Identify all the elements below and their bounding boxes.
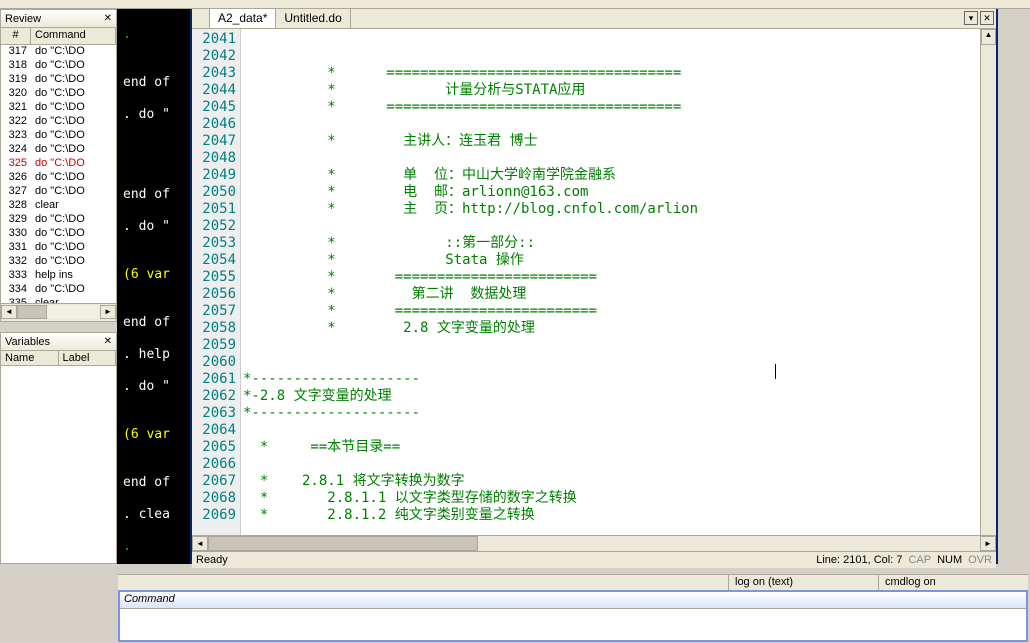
editor-hscroll[interactable]: ◄ ► bbox=[192, 535, 996, 551]
status-num: NUM bbox=[937, 554, 962, 566]
variables-title: Variables bbox=[5, 336, 50, 348]
scroll-left-icon[interactable]: ◄ bbox=[1, 305, 17, 319]
editor-text[interactable]: * =================================== * … bbox=[241, 29, 980, 535]
review-row[interactable]: 330do "C:\DO bbox=[1, 227, 116, 241]
scroll-left-icon[interactable]: ◄ bbox=[192, 536, 208, 551]
status-cmdlog: cmdlog on bbox=[878, 575, 1028, 590]
review-row[interactable]: 321do "C:\DO bbox=[1, 101, 116, 115]
variables-panel: Variables ✕ Name Label bbox=[0, 332, 117, 564]
review-row[interactable]: 327do "C:\DO bbox=[1, 185, 116, 199]
review-row[interactable]: 319do "C:\DO bbox=[1, 73, 116, 87]
editor-vscroll[interactable]: ▲ bbox=[980, 29, 996, 535]
review-title: Review bbox=[5, 13, 41, 25]
editor-statusbar: Ready Line: 2101, Col: 7 CAP NUM OVR bbox=[192, 551, 996, 568]
review-row[interactable]: 329do "C:\DO bbox=[1, 213, 116, 227]
status-log: log on (text) bbox=[728, 575, 878, 590]
review-hscroll[interactable]: ◄ ► bbox=[1, 303, 116, 319]
review-row[interactable]: 326do "C:\DO bbox=[1, 171, 116, 185]
review-row[interactable]: 328clear bbox=[1, 199, 116, 213]
close-icon[interactable]: ✕ bbox=[104, 336, 112, 347]
variables-columns: Name Label bbox=[1, 351, 116, 366]
scroll-right-icon[interactable]: ► bbox=[980, 536, 996, 551]
review-columns: # Command bbox=[1, 28, 116, 45]
review-row[interactable]: 334do "C:\DO bbox=[1, 283, 116, 297]
scroll-thumb[interactable] bbox=[208, 536, 478, 551]
scroll-right-icon[interactable]: ► bbox=[100, 305, 116, 319]
review-header: Review ✕ bbox=[1, 10, 116, 28]
do-editor: A2_data* Untitled.do ▾ ✕ 204120422043204… bbox=[190, 9, 998, 564]
tab-inactive[interactable]: Untitled.do bbox=[276, 9, 350, 28]
status-position: Line: 2101, Col: 7 bbox=[816, 554, 902, 566]
review-row[interactable]: 324do "C:\DO bbox=[1, 143, 116, 157]
tab-active[interactable]: A2_data* bbox=[210, 9, 276, 28]
close-icon[interactable]: ✕ bbox=[980, 11, 994, 25]
review-row[interactable]: 335clear bbox=[1, 297, 116, 303]
command-input[interactable] bbox=[120, 609, 1026, 639]
status-cap: CAP bbox=[908, 554, 931, 566]
review-row[interactable]: 320do "C:\DO bbox=[1, 87, 116, 101]
review-row[interactable]: 333help ins bbox=[1, 269, 116, 283]
review-panel: Review ✕ # Command 317do "C:\DO318do "C:… bbox=[0, 9, 117, 322]
review-row[interactable]: 332do "C:\DO bbox=[1, 255, 116, 269]
review-row[interactable]: 318do "C:\DO bbox=[1, 59, 116, 73]
close-icon[interactable]: ✕ bbox=[104, 13, 112, 24]
command-window: Command bbox=[118, 590, 1028, 642]
review-row[interactable]: 323do "C:\DO bbox=[1, 129, 116, 143]
editor-tabs: A2_data* Untitled.do ▾ ✕ bbox=[192, 9, 996, 29]
review-row[interactable]: 331do "C:\DO bbox=[1, 241, 116, 255]
text-caret bbox=[775, 364, 776, 379]
results-output: . end of . do " end of . do " (6 var end… bbox=[117, 9, 190, 564]
scroll-thumb[interactable] bbox=[17, 305, 47, 319]
editor-gutter: 2041204220432044204520462047204820492050… bbox=[192, 29, 241, 535]
status-ovr: OVR bbox=[968, 554, 992, 566]
command-title: Command bbox=[120, 592, 1026, 609]
minimize-icon[interactable]: ▾ bbox=[964, 11, 978, 25]
scroll-up-icon[interactable]: ▲ bbox=[981, 29, 996, 45]
variables-header: Variables ✕ bbox=[1, 333, 116, 351]
status-ready: Ready bbox=[196, 554, 816, 566]
review-row[interactable]: 322do "C:\DO bbox=[1, 115, 116, 129]
main-statusbar: log on (text) cmdlog on bbox=[118, 574, 1028, 590]
review-row[interactable]: 317do "C:\DO bbox=[1, 45, 116, 59]
review-row[interactable]: 325do "C:\DO bbox=[1, 157, 116, 171]
